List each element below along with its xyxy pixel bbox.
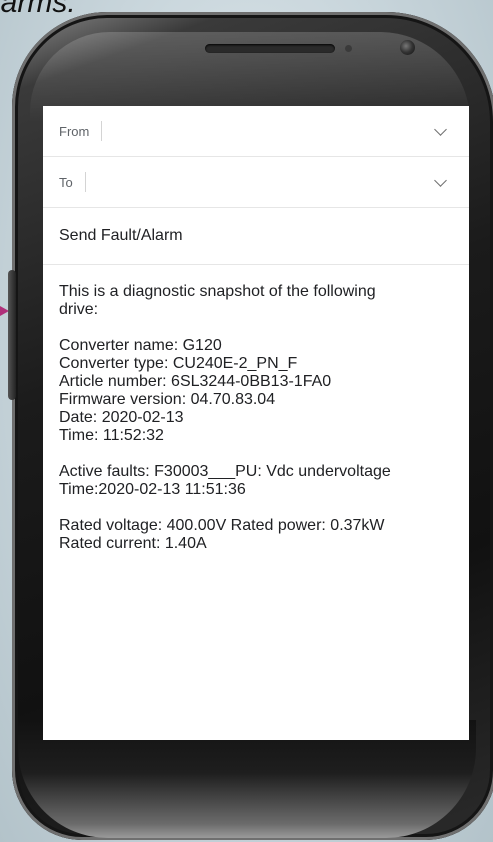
snapshot-date: Date: 2020-02-13 xyxy=(59,409,184,426)
caption-text: larms. xyxy=(0,0,76,19)
from-input[interactable] xyxy=(101,121,103,141)
chevron-down-icon[interactable] xyxy=(434,123,447,136)
message-body[interactable]: This is a diagnostic snapshot of the fol… xyxy=(43,265,469,553)
active-faults: Active faults: F30003___PU: Vdc undervol… xyxy=(59,463,391,480)
firmware-version: Firmware version: 04.70.83.04 xyxy=(59,391,276,408)
to-input[interactable] xyxy=(84,172,86,192)
snapshot-time: Time: 11:52:32 xyxy=(59,427,164,444)
fault-time: Time:2020-02-13 11:51:36 xyxy=(59,481,246,498)
to-field[interactable]: To xyxy=(43,157,469,208)
phone-camera xyxy=(400,40,415,55)
intro-line-1: This is a diagnostic snapshot of the fol… xyxy=(59,283,376,300)
email-compose-screen: From To Send Fault/Alarm This is a diagn… xyxy=(43,106,469,740)
converter-name: Converter name: G120 xyxy=(59,337,222,354)
phone-sensor xyxy=(345,45,352,52)
phone-speaker xyxy=(205,44,335,53)
from-label: From xyxy=(59,123,90,139)
article-number: Article number: 6SL3244-0BB13-1FA0 xyxy=(59,373,332,390)
phone-side-button[interactable] xyxy=(8,270,16,400)
chevron-down-icon[interactable] xyxy=(434,174,447,187)
to-label: To xyxy=(59,174,73,190)
intro-line-2: drive: xyxy=(59,301,99,318)
rated-current: Rated current: 1.40A xyxy=(59,535,207,552)
subject-field[interactable]: Send Fault/Alarm xyxy=(43,208,469,265)
subject-text[interactable]: Send Fault/Alarm xyxy=(59,227,183,245)
converter-type: Converter type: CU240E-2_PN_F xyxy=(59,355,298,372)
from-field[interactable]: From xyxy=(43,106,469,157)
rated-voltage-power: Rated voltage: 400.00V Rated power: 0.37… xyxy=(59,517,385,534)
